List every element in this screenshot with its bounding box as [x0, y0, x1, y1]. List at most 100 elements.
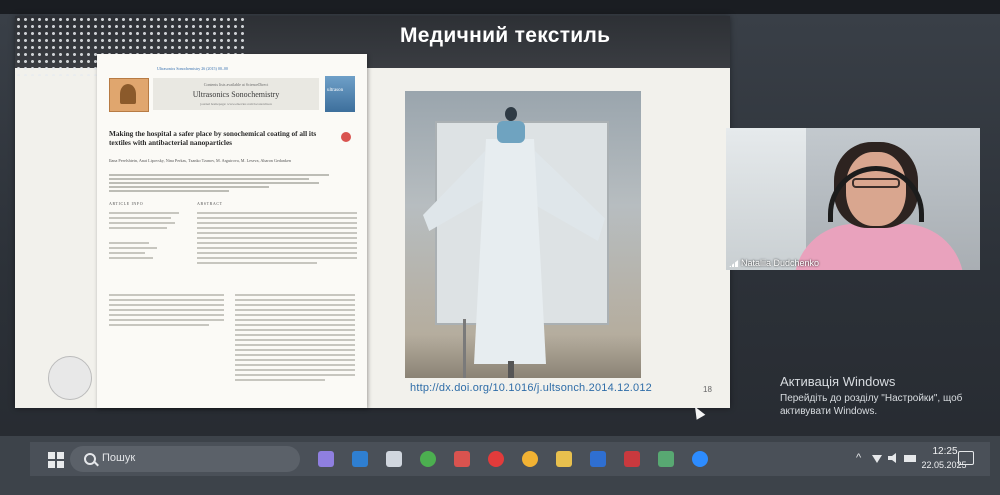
taskbar-bar: Пошук ^ 12:25 22.05.2025	[30, 442, 990, 476]
text-line	[197, 262, 317, 264]
start-button[interactable]	[48, 452, 64, 468]
mannequin-head	[505, 107, 517, 121]
text-line	[109, 304, 224, 306]
search-box[interactable]: Пошук	[70, 446, 300, 472]
activation-text: Перейдіть до розділу "Настройки", щоб ак…	[780, 393, 963, 417]
text-line	[109, 247, 157, 249]
crossmark-icon	[341, 132, 351, 142]
zoom-icon[interactable]	[692, 451, 708, 467]
article-page-image: Ultrasonics Sonochemistry 26 (2015) 00–0…	[97, 54, 367, 408]
text-line	[235, 354, 355, 356]
text-line	[197, 212, 357, 214]
affiliation-line	[109, 174, 329, 176]
contents-line: Contents lists available at ScienceDirec…	[203, 82, 269, 87]
journal-banner: Contents lists available at ScienceDirec…	[153, 78, 319, 110]
text-line	[197, 252, 357, 254]
text-line	[235, 369, 355, 371]
article-authors: Ilana Perelshtein, Anat Lipovsky, Nina P…	[109, 158, 291, 163]
text-line	[235, 319, 355, 321]
text-line	[235, 324, 355, 326]
text-line	[109, 324, 209, 326]
text-line	[109, 227, 167, 229]
text-line	[197, 232, 357, 234]
wifi-icon[interactable]	[872, 455, 882, 463]
search-placeholder: Пошук	[102, 452, 136, 464]
text-line	[109, 242, 149, 244]
affiliation-line	[109, 186, 269, 188]
chrome-profile-icon[interactable]	[522, 451, 538, 467]
text-line	[235, 379, 325, 381]
participant-name-label: Nataliia Dudchenko	[729, 258, 819, 268]
text-line	[235, 364, 355, 366]
affiliation-line	[109, 190, 229, 192]
text-line	[235, 334, 355, 336]
mannequin-stand	[508, 361, 514, 378]
journal-homepage: journal homepage: www.elsevier.com/locat…	[200, 102, 272, 106]
text-line	[235, 349, 355, 351]
text-line	[197, 247, 357, 249]
webcam-video-tile[interactable]: Nataliia Dudchenko	[726, 128, 980, 270]
downloader-icon[interactable]	[624, 451, 640, 467]
activation-title: Активація Windows	[780, 374, 896, 389]
text-line	[235, 299, 355, 301]
text-line	[235, 304, 355, 306]
text-line	[109, 319, 224, 321]
text-line	[197, 217, 357, 219]
search-icon	[84, 453, 96, 465]
text-line	[109, 252, 145, 254]
text-line	[109, 314, 224, 316]
journal-cover-label: ultrason	[327, 88, 344, 93]
text-line	[197, 237, 357, 239]
affiliation-line	[109, 178, 309, 180]
speaker-icon[interactable]	[888, 453, 896, 463]
medical-gown-photo	[405, 91, 641, 378]
windows-activation-watermark: Активація Windows Перейдіть до розділу "…	[780, 374, 980, 418]
text-line	[197, 227, 357, 229]
opera-icon[interactable]	[488, 451, 504, 467]
slide-number: 18	[703, 385, 712, 394]
text-line	[197, 222, 357, 224]
doi-link[interactable]: http://dx.doi.org/10.1016/j.ultsonch.201…	[410, 382, 652, 394]
participant-name: Nataliia Dudchenko	[741, 258, 820, 268]
outlook-icon[interactable]	[352, 451, 368, 467]
elsevier-logo	[109, 78, 149, 112]
article-citation: Ultrasonics Sonochemistry 26 (2015) 00–0…	[157, 66, 228, 71]
presentation-slide: Медичний текстиль Ultrasonics Sonochemis…	[15, 16, 730, 408]
participant-body	[794, 224, 964, 270]
text-line	[109, 257, 153, 259]
connection-signal-icon	[729, 260, 738, 268]
text-line	[235, 314, 355, 316]
taskbar: Пошук ^ 12:25 22.05.2025	[0, 436, 1000, 495]
copilot-icon[interactable]	[318, 451, 334, 467]
text-line	[235, 344, 355, 346]
abstract-header: ABSTRACT	[197, 201, 223, 206]
text-line	[197, 242, 357, 244]
image-viewer-icon[interactable]	[658, 451, 674, 467]
journal-cover: ultrason	[325, 76, 355, 112]
desktop-screen: Медичний текстиль Ultrasonics Sonochemis…	[0, 0, 1000, 495]
journal-name: Ultrasonics Sonochemistry	[192, 90, 280, 99]
text-line	[109, 294, 224, 296]
text-line	[109, 299, 224, 301]
store-icon[interactable]	[386, 451, 402, 467]
text-line	[109, 309, 224, 311]
files-icon[interactable]	[556, 451, 572, 467]
background-window	[726, 128, 806, 270]
text-line	[235, 294, 355, 296]
text-line	[197, 257, 357, 259]
text-line	[109, 222, 175, 224]
word-icon[interactable]	[590, 451, 606, 467]
text-line	[109, 212, 179, 214]
article-info-header: ARTICLE INFO	[109, 201, 144, 206]
chrome-icon[interactable]	[420, 451, 436, 467]
notification-icon[interactable]	[958, 451, 974, 465]
whiteboard-stand	[463, 319, 466, 378]
article-title: Making the hospital a safer place by son…	[109, 129, 317, 147]
powerpoint-icon[interactable]	[454, 451, 470, 467]
chevron-up-icon[interactable]: ^	[856, 452, 861, 464]
top-bezel	[0, 0, 1000, 14]
affiliation-line	[109, 182, 319, 184]
text-line	[235, 309, 355, 311]
text-line	[235, 374, 355, 376]
slide-title: Медичний текстиль	[400, 24, 611, 47]
